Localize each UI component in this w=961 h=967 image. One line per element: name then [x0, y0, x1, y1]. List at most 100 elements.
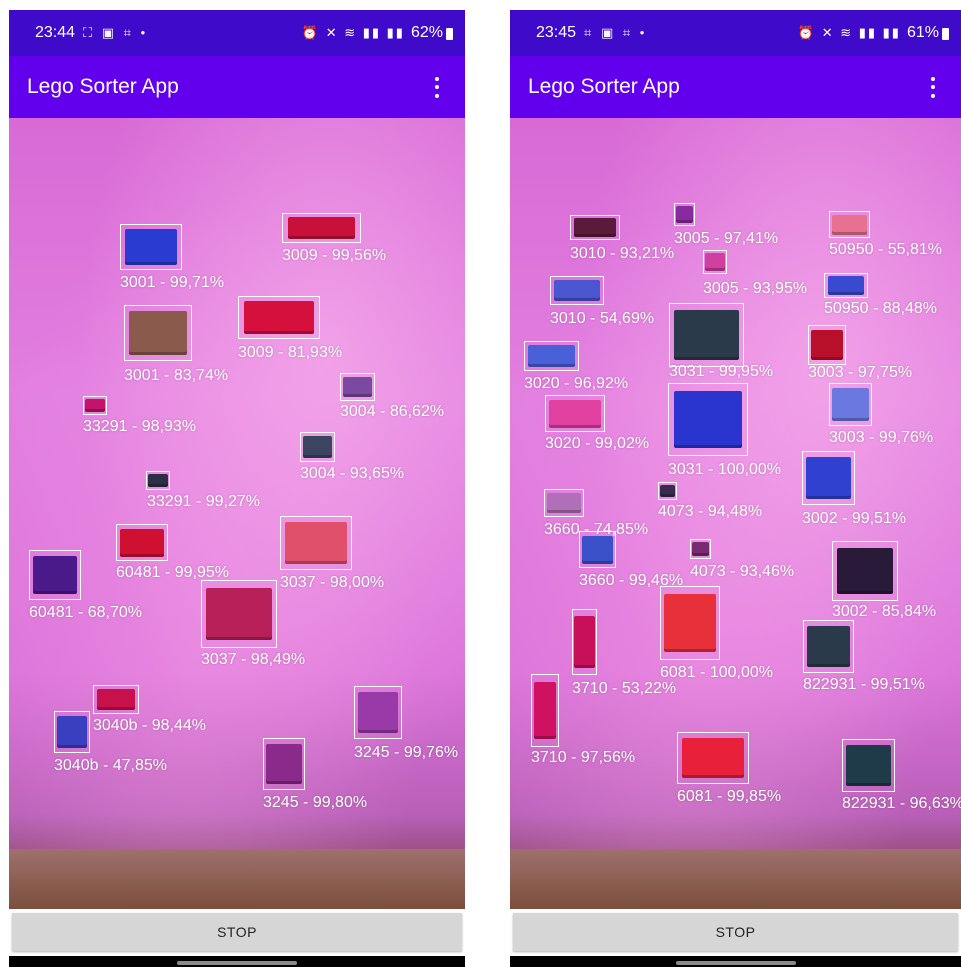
battery-icon: [446, 28, 453, 40]
detection-box: [808, 325, 846, 365]
detection-box: [677, 732, 749, 784]
lego-brick: [806, 457, 851, 499]
detection-label: 3710 - 53,22%: [572, 680, 677, 697]
table-edge: [510, 849, 961, 909]
detection-box: [668, 383, 748, 456]
detection-label: 3004 - 93,65%: [300, 465, 405, 482]
status-time: 23:44: [35, 24, 76, 41]
detection-box: [340, 373, 375, 401]
detection-box: [842, 739, 895, 792]
lego-brick: [573, 218, 617, 237]
lego-brick: [357, 692, 399, 733]
detection-label: 3002 - 85,84%: [832, 603, 937, 620]
lego-brick: [705, 253, 725, 271]
detection-box: [282, 213, 361, 243]
detection-label: 3245 - 99,76%: [354, 744, 459, 761]
detection-label: 3003 - 99,76%: [829, 429, 934, 446]
detection-box: [674, 203, 695, 226]
app-bar: Lego Sorter App: [510, 56, 961, 118]
notification-icons: ⛶ ▣ ⌗ •: [83, 25, 149, 40]
lego-brick: [533, 682, 557, 739]
lego-brick: [302, 435, 333, 459]
lego-brick: [148, 473, 168, 488]
detection-box: [29, 550, 81, 600]
battery-level: 61%: [906, 24, 939, 41]
navigation-bar: [9, 956, 465, 967]
detection-box: [54, 711, 90, 753]
lego-brick: [547, 492, 581, 514]
detection-label: 3005 - 93,95%: [703, 280, 808, 297]
camera-preview: 3001 - 99,71% 3009 - 99,56% 3009 - 81,93% 3…: [9, 118, 465, 909]
bottom-area: STOP: [510, 909, 961, 956]
lego-brick: [574, 616, 595, 668]
lego-brick: [285, 522, 347, 564]
detection-label: 822931 - 96,63%: [842, 795, 961, 812]
lego-brick: [57, 716, 87, 748]
lego-brick: [342, 376, 373, 398]
detection-label: 33291 - 99,27%: [147, 493, 260, 510]
detection-label: 3031 - 99,95%: [669, 363, 774, 380]
detection-box: [544, 489, 584, 517]
stop-button[interactable]: STOP: [12, 913, 462, 951]
lego-brick: [243, 301, 315, 334]
detection-label: 33291 - 98,93%: [83, 418, 196, 435]
lego-brick: [96, 688, 136, 711]
lego-brick: [846, 745, 891, 786]
detection-label: 3020 - 99,02%: [545, 435, 650, 452]
detection-box: [829, 383, 872, 426]
notification-icons: ⌗ ▣ ⌗ •: [584, 25, 648, 40]
detection-label: 60481 - 68,70%: [29, 604, 142, 621]
detection-box: [803, 620, 854, 673]
phone-screen-right: 23:45 ⌗ ▣ ⌗ • ⏰ ✕ ≋ ▮▮ ▮▮ 61% Lego Sorte…: [510, 10, 961, 967]
detection-box: [524, 341, 579, 371]
detection-label: 3001 - 83,74%: [124, 367, 229, 384]
overflow-menu-icon[interactable]: [427, 72, 447, 102]
lego-brick: [682, 738, 744, 778]
detection-label: 6081 - 99,85%: [677, 788, 782, 805]
signal-icons: ⏰ ✕ ≋ ▮▮ ▮▮: [797, 25, 901, 40]
detection-label: 3710 - 97,56%: [531, 749, 636, 766]
detection-label: 3009 - 81,93%: [238, 344, 343, 361]
detection-label: 3010 - 54,69%: [550, 310, 655, 327]
table-edge: [9, 849, 465, 909]
detection-label: 4073 - 93,46%: [690, 563, 795, 580]
status-bar: 23:44 ⛶ ▣ ⌗ • ⏰ ✕ ≋ ▮▮ ▮▮ 62%: [9, 10, 465, 56]
home-gesture-handle[interactable]: [177, 961, 297, 965]
detection-label: 6081 - 100,00%: [660, 664, 773, 681]
detection-box: [545, 395, 605, 432]
detection-box: [802, 451, 855, 505]
detection-box: [120, 224, 182, 270]
lego-brick: [124, 229, 178, 265]
detection-box: [824, 273, 868, 298]
detection-box: [579, 531, 616, 568]
battery-icon: [942, 28, 949, 40]
detection-box: [354, 686, 402, 739]
lego-brick: [33, 555, 77, 595]
detection-box: [201, 580, 277, 648]
lego-brick: [674, 310, 739, 360]
home-gesture-handle[interactable]: [675, 961, 796, 965]
detection-box: [572, 609, 597, 675]
detection-label: 4073 - 94,48%: [658, 503, 763, 520]
detection-box: [658, 482, 677, 500]
lego-brick: [528, 344, 575, 368]
detection-box: [83, 396, 107, 415]
lego-brick: [806, 626, 851, 667]
lego-brick: [692, 541, 709, 557]
overflow-menu-icon[interactable]: [923, 72, 943, 102]
lego-brick: [832, 214, 867, 235]
status-bar: 23:45 ⌗ ▣ ⌗ • ⏰ ✕ ≋ ▮▮ ▮▮ 61%: [510, 10, 961, 56]
detection-label: 50950 - 55,81%: [829, 241, 942, 258]
detection-label: 3005 - 97,41%: [674, 230, 779, 247]
signal-icons: ⏰ ✕ ≋ ▮▮ ▮▮: [301, 25, 405, 40]
detection-label: 3002 - 99,51%: [802, 510, 907, 527]
camera-preview: 3010 - 93,21% 3005 - 97,41% 50950 - 55,81%…: [510, 118, 961, 909]
detection-box: [124, 305, 192, 361]
stop-button[interactable]: STOP: [513, 913, 958, 951]
detection-box: [263, 738, 305, 790]
detection-label: 3009 - 99,56%: [282, 247, 387, 264]
detection-label: 3037 - 98,49%: [201, 651, 306, 668]
lego-brick: [811, 329, 843, 361]
bottom-area: STOP: [9, 909, 465, 956]
lego-brick: [836, 547, 894, 595]
